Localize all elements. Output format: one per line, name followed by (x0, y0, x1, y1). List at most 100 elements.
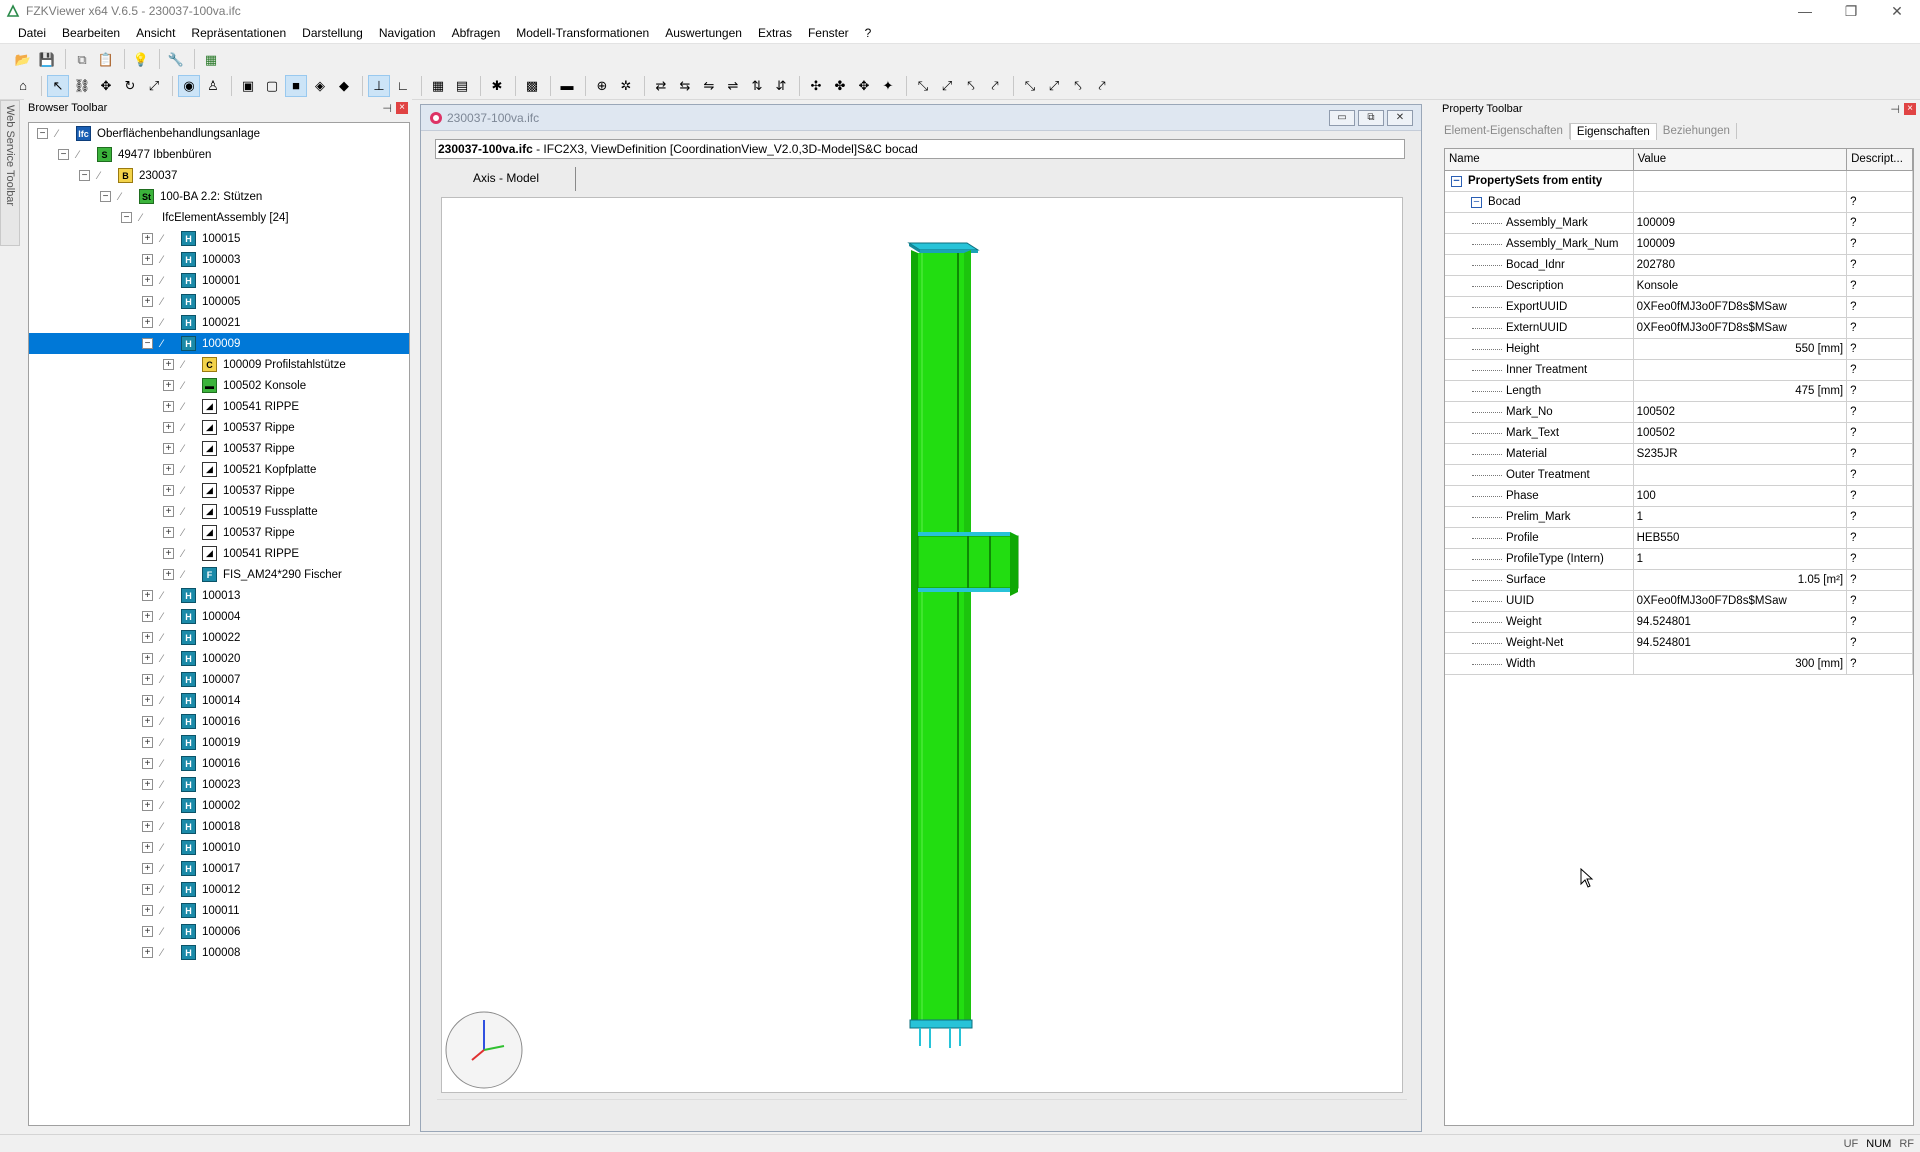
property-row[interactable]: Profile HEB550? (1445, 528, 1913, 549)
expand-icon[interactable]: + (142, 653, 153, 664)
menu-item-4[interactable]: Darstellung (294, 26, 371, 40)
expand-icon[interactable]: + (142, 779, 153, 790)
close-panel-icon[interactable]: × (396, 102, 408, 114)
visibility-toggle-icon[interactable]: ⁄ (161, 905, 173, 917)
expand-icon[interactable]: + (142, 800, 153, 811)
tree-node-part[interactable]: + ⁄ ◢ 100519 Fussplatte (29, 501, 409, 522)
zoom4-icon[interactable]: ⤤ (984, 75, 1006, 97)
doc-close-button[interactable]: ✕ (1387, 109, 1413, 126)
tree-node-assembly[interactable]: + ⁄ H 100021 (29, 312, 409, 333)
expand-icon[interactable]: + (142, 947, 153, 958)
doc-minimize-button[interactable]: ▭ (1329, 109, 1355, 126)
shade2-icon[interactable]: ◆ (333, 75, 355, 97)
expand-icon[interactable]: + (163, 401, 174, 412)
property-row[interactable]: Height 550 [mm]? (1445, 339, 1913, 360)
expand-icon[interactable]: + (163, 464, 174, 475)
property-row[interactable]: Mark_Text 100502? (1445, 423, 1913, 444)
tree-node-assembly[interactable]: + ⁄ H 100001 (29, 270, 409, 291)
property-row[interactable]: Material S235JR? (1445, 444, 1913, 465)
column-header-value[interactable]: Value (1634, 149, 1848, 170)
tree-node-part[interactable]: + ⁄ ◢ 100537 Rippe (29, 438, 409, 459)
property-row[interactable]: Outer Treatment? (1445, 465, 1913, 486)
tree-node-assembly[interactable]: + ⁄ H 100011 (29, 900, 409, 921)
visibility-toggle-icon[interactable]: ⁄ (161, 590, 173, 602)
network-icon[interactable]: ⛓ (71, 75, 93, 97)
expand-icon[interactable]: + (163, 548, 174, 559)
visibility-toggle-icon[interactable]: ⁄ (182, 380, 194, 392)
tab-axis-model[interactable]: Axis - Model (437, 167, 577, 191)
tools-icon[interactable]: 🔧 (165, 48, 187, 70)
measure-icon[interactable]: ▬ (556, 75, 578, 97)
shade-icon[interactable]: ◈ (309, 75, 331, 97)
expand-icon[interactable]: + (163, 485, 174, 496)
visibility-toggle-icon[interactable]: ⁄ (161, 800, 173, 812)
tree-node-project[interactable]: − ⁄ Ifc Oberflächenbehandlungsanlage (29, 123, 409, 144)
visibility-toggle-icon[interactable]: ⁄ (161, 863, 173, 875)
tab-property-0[interactable]: Element-Eigenschaften (1438, 123, 1570, 139)
visibility-toggle-icon[interactable]: ⁄ (161, 695, 173, 707)
axes-icon[interactable]: ⊥ (368, 74, 390, 97)
tab-property-2[interactable]: Beziehungen (1657, 123, 1737, 139)
visibility-toggle-icon[interactable]: ⁄ (161, 716, 173, 728)
tree-node-assembly[interactable]: + ⁄ H 100003 (29, 249, 409, 270)
collapse-icon[interactable]: − (1451, 175, 1462, 187)
menu-item-6[interactable]: Abfragen (444, 26, 509, 40)
nav5-icon[interactable]: ⇅ (746, 75, 768, 97)
collapse-icon[interactable]: − (142, 338, 153, 349)
visibility-toggle-icon[interactable]: ⁄ (161, 737, 173, 749)
expand-icon[interactable]: + (163, 527, 174, 538)
pan1-icon[interactable]: ✣ (805, 75, 827, 97)
visibility-toggle-icon[interactable]: ⁄ (182, 527, 194, 539)
visibility-toggle-icon[interactable]: ⁄ (161, 842, 173, 854)
snowflake-icon[interactable]: ✱ (486, 75, 508, 97)
nav4-icon[interactable]: ⇌ (722, 75, 744, 97)
tree-node-part[interactable]: + ⁄ ◢ 100537 Rippe (29, 522, 409, 543)
tree-node-assembly[interactable]: + ⁄ H 100016 (29, 753, 409, 774)
tree-node-assembly[interactable]: + ⁄ H 100018 (29, 816, 409, 837)
nav2-icon[interactable]: ⇆ (674, 75, 696, 97)
expand-icon[interactable]: + (142, 632, 153, 643)
open-file-icon[interactable]: 📂 (12, 48, 34, 70)
visibility-toggle-icon[interactable]: ⁄ (161, 653, 173, 665)
menu-item-7[interactable]: Modell-Transformationen (508, 26, 657, 40)
tree-node-part[interactable]: + ⁄ ◢ 100537 Rippe (29, 480, 409, 501)
nav6-icon[interactable]: ⇵ (770, 75, 792, 97)
collapse-icon[interactable]: − (37, 128, 48, 139)
collapse-icon[interactable]: − (79, 170, 90, 181)
nav3-icon[interactable]: ⇋ (698, 75, 720, 97)
expand-icon[interactable]: + (163, 506, 174, 517)
tree-node-assembly[interactable]: + ⁄ H 100014 (29, 690, 409, 711)
menu-item-8[interactable]: Auswertungen (657, 26, 750, 40)
menu-item-1[interactable]: Bearbeiten (54, 26, 128, 40)
visibility-toggle-icon[interactable]: ⁄ (161, 947, 173, 959)
3d-viewport[interactable] (441, 197, 1403, 1093)
expand-icon[interactable]: + (142, 254, 153, 265)
save-icon[interactable]: 💾 (36, 48, 58, 70)
visibility-toggle-icon[interactable]: ⁄ (161, 317, 173, 329)
nav1-icon[interactable]: ⇄ (650, 75, 672, 97)
expand-icon[interactable]: + (163, 422, 174, 433)
close-button[interactable]: ✕ (1874, 0, 1920, 22)
property-row[interactable]: ExportUUID 0XFeo0fMJ3o0F7D8s$MSaw? (1445, 297, 1913, 318)
doc-maximize-button[interactable]: ⧉ (1358, 109, 1384, 126)
pointer-icon[interactable]: ↖ (47, 74, 69, 97)
tree-node-assembly[interactable]: + ⁄ H 100012 (29, 879, 409, 900)
visibility-toggle-icon[interactable]: ⁄ (98, 170, 110, 182)
property-row[interactable]: Prelim_Mark 1? (1445, 507, 1913, 528)
property-row[interactable]: Weight 94.524801? (1445, 612, 1913, 633)
expand-icon[interactable]: + (142, 905, 153, 916)
visibility-toggle-icon[interactable]: ⁄ (161, 779, 173, 791)
visibility-toggle-icon[interactable]: ⁄ (182, 485, 194, 497)
tab-property-1[interactable]: Eigenschaften (1569, 122, 1657, 140)
color-icon[interactable]: ▩ (521, 75, 543, 97)
visibility-toggle-icon[interactable]: ⁄ (161, 233, 173, 245)
tree-node-part[interactable]: + ⁄ C 100009 Profilstahlstütze (29, 354, 409, 375)
visibility-toggle-icon[interactable]: ⁄ (182, 359, 194, 371)
tree-node-assembly[interactable]: + ⁄ H 100010 (29, 837, 409, 858)
property-row[interactable]: Inner Treatment? (1445, 360, 1913, 381)
tree-node-part[interactable]: + ⁄ ◢ 100541 RIPPE (29, 396, 409, 417)
visibility-toggle-icon[interactable]: ⁄ (182, 443, 194, 455)
move-icon[interactable]: ✥ (95, 75, 117, 97)
expand-icon[interactable]: + (142, 317, 153, 328)
property-row[interactable]: Length 475 [mm]? (1445, 381, 1913, 402)
